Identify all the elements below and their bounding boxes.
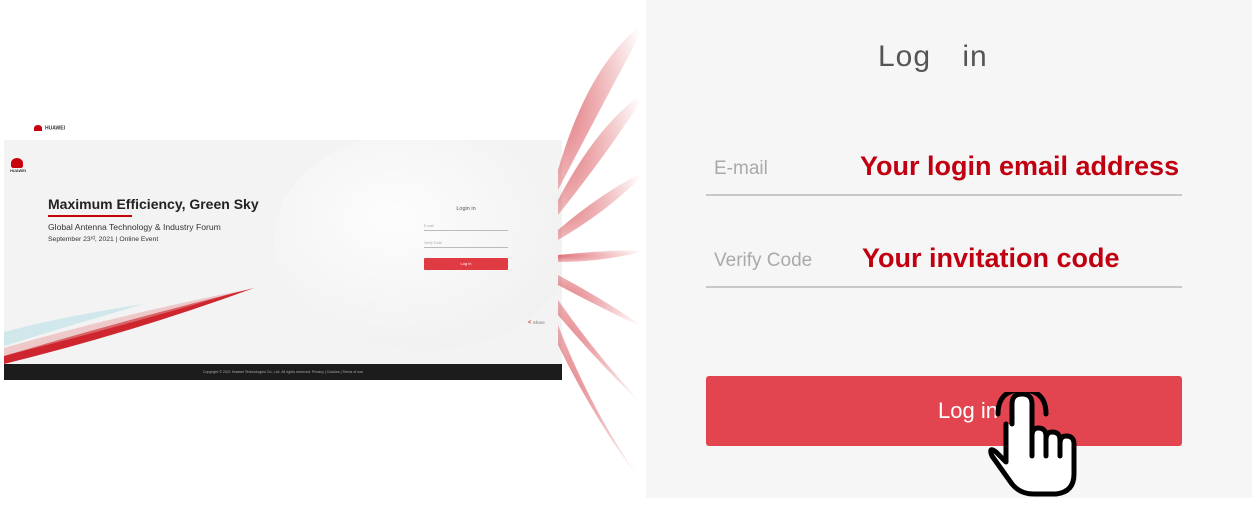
pointing-hand-icon [988,392,1077,497]
email-placeholder: E-mail [714,158,768,179]
logo-text: HUAWEI [10,168,26,173]
hero-section: HUAWEI Maximum Efficiency, Green Sky Glo… [4,140,562,364]
share-button[interactable]: < Share [528,320,545,326]
brand-text: HUAWEI [45,125,65,132]
header-brand[interactable]: HUAWEI [34,125,65,131]
hero-title: Maximum Efficiency, Green Sky [48,196,259,212]
huawei-logo: HUAWEI [10,158,26,173]
login-button[interactable]: Log in [706,376,1182,446]
share-label: Share [532,320,545,325]
zoomed-login-panel: Log in E-mail Your login email address V… [646,0,1252,498]
globe-background [274,140,562,350]
verify-code-placeholder: Verify Code [714,250,813,271]
mini-login-button[interactable]: Log in [424,258,508,270]
mini-login-form: Login in E-mail Verify Code Log in [424,206,508,270]
hero-title-part2: Efficiency, Green Sky [112,196,259,212]
mini-email-field[interactable]: E-mail [424,224,508,231]
email-hint-annotation: Your login email address [860,151,1180,181]
huawei-logo-icon [34,125,42,131]
title-underline [48,215,132,217]
login-title: Log in [878,40,988,73]
code-hint-annotation: Your invitation code [862,243,1120,273]
mini-login-title: Login in [456,206,476,212]
mini-code-field[interactable]: Verify Code [424,241,508,248]
page-thumbnail: HUAWEI HUAWEI Maximum Efficiency, Green … [4,120,562,380]
decorative-swoosh [4,288,254,364]
hero-date: September 23ʳᵈ, 2021 | Online Event [48,236,159,243]
huawei-logo-icon [11,158,23,168]
verify-code-field[interactable]: Verify Code Your invitation code [706,236,1182,288]
share-icon: < [528,320,532,326]
hero-title-part1: Maximum [48,196,113,212]
hero-subtitle: Global Antenna Technology & Industry For… [48,222,221,232]
footer: Copyright © 2021 Huawei Technologies Co.… [4,364,562,380]
email-field[interactable]: E-mail Your login email address [706,142,1182,196]
top-bar: HUAWEI [4,120,562,140]
zoom-rays [558,20,648,490]
